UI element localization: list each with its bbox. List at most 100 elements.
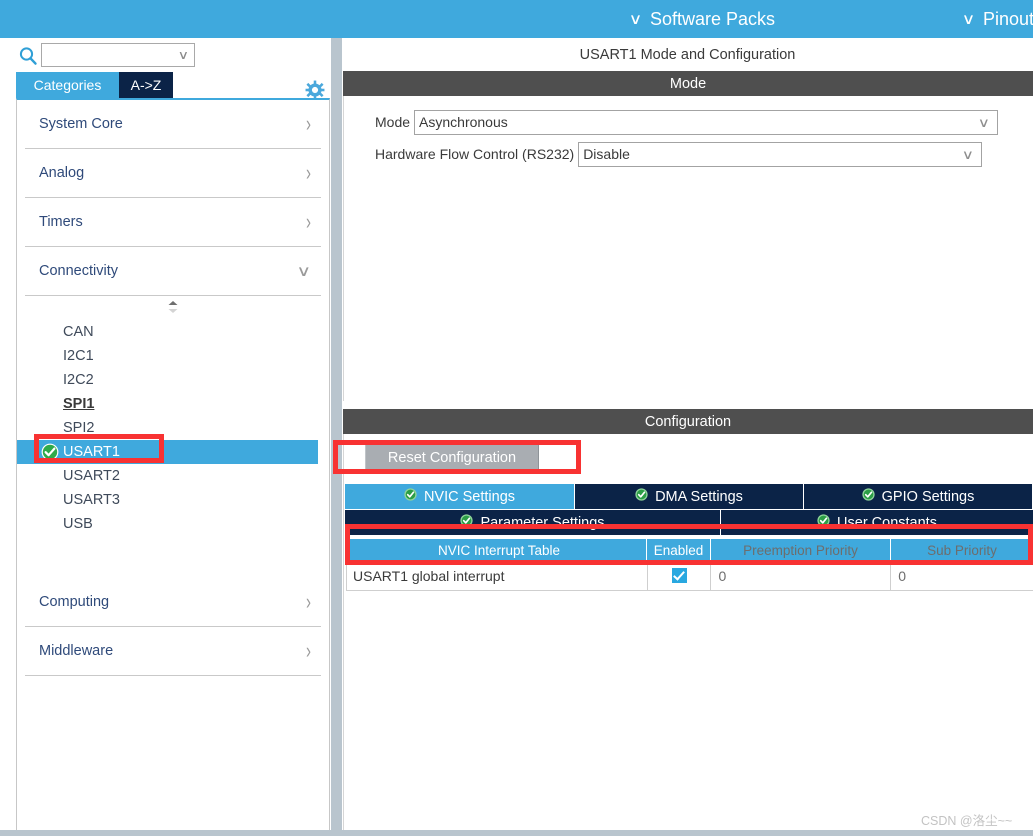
menu-pinout[interactable]: ∨ Pinout bbox=[961, 0, 1033, 38]
search-icon[interactable] bbox=[18, 46, 38, 66]
tab-label: GPIO Settings bbox=[881, 488, 975, 505]
hardware-flow-control-value: Disable bbox=[583, 146, 630, 162]
page-title: USART1 Mode and Configuration bbox=[342, 38, 1033, 71]
tab-categories[interactable]: Categories bbox=[16, 72, 119, 98]
interrupt-name: USART1 global interrupt bbox=[353, 567, 505, 584]
green-check-icon bbox=[460, 514, 474, 531]
table-row[interactable]: USART1 global interrupt 0 0 bbox=[346, 561, 1033, 591]
sidebar-panel: System Core › Analog › Timers › Connecti… bbox=[16, 98, 330, 836]
sidebar-item-timers[interactable]: Timers › bbox=[25, 198, 321, 247]
scroll-up-down-icon[interactable] bbox=[168, 300, 179, 313]
green-check-icon bbox=[635, 488, 648, 505]
menu-software-packs[interactable]: ∨ Software Packs bbox=[628, 0, 776, 38]
search-combo[interactable]: ∨ bbox=[41, 43, 195, 67]
tab-label: Parameter Settings bbox=[480, 514, 605, 531]
configuration-tabs: NVIC Settings DMA Settings GPIO Settings… bbox=[345, 484, 1033, 535]
peripheral-list: CAN I2C1 I2C2 SPI1 SPI2 USART1 USART2 US… bbox=[17, 318, 329, 536]
sidebar-tabs: Categories A->Z bbox=[16, 72, 173, 98]
sidebar-item-middleware[interactable]: Middleware › bbox=[25, 627, 321, 676]
peripheral-list-wrapper: CAN I2C1 I2C2 SPI1 SPI2 USART1 USART2 US… bbox=[17, 296, 329, 536]
tab-nvic-settings[interactable]: NVIC Settings bbox=[345, 484, 574, 509]
sidebar-item-label: System Core bbox=[39, 116, 123, 132]
main-pane: USART1 Mode and Configuration Mode Mode … bbox=[342, 38, 1033, 836]
reset-configuration-button[interactable]: Reset Configuration bbox=[365, 443, 539, 473]
green-check-icon bbox=[817, 514, 830, 531]
peripheral-label: I2C1 bbox=[63, 348, 94, 364]
tab-parameter-settings[interactable]: Parameter Settings bbox=[345, 510, 720, 535]
chevron-right-icon: › bbox=[306, 638, 311, 664]
peripheral-item-can[interactable]: CAN bbox=[17, 320, 329, 344]
tab-label: NVIC Settings bbox=[423, 488, 516, 505]
column-header-sub-priority[interactable]: Sub Priority bbox=[890, 539, 1033, 561]
pane-divider[interactable] bbox=[331, 38, 342, 836]
column-header-interrupt-table[interactable]: NVIC Interrupt Table bbox=[346, 539, 646, 561]
search-input[interactable] bbox=[45, 46, 177, 66]
peripheral-item-spi1[interactable]: SPI1 bbox=[17, 392, 329, 416]
mode-section-body: Mode Asynchronous ∨ Hardware Flow Contro… bbox=[343, 96, 1033, 401]
sidebar-item-label: Computing bbox=[39, 594, 110, 610]
mode-label: Mode bbox=[375, 114, 411, 130]
peripheral-item-usart3[interactable]: USART3 bbox=[17, 488, 329, 512]
peripheral-item-i2c2[interactable]: I2C2 bbox=[17, 368, 329, 392]
chevron-down-icon: ∨ bbox=[961, 146, 974, 162]
hardware-flow-control-field-row: Hardware Flow Control (RS232) Disable ∨ bbox=[375, 141, 983, 167]
peripheral-item-usart2[interactable]: USART2 bbox=[17, 464, 329, 488]
configuration-section-body: Reset Configuration NVIC Settings DMA Se… bbox=[343, 434, 1033, 836]
sidebar-item-analog[interactable]: Analog › bbox=[25, 149, 321, 198]
peripheral-label: USART2 bbox=[63, 468, 120, 484]
menu-software-packs-label: Software Packs bbox=[649, 8, 776, 29]
mode-select[interactable]: Asynchronous ∨ bbox=[414, 109, 999, 135]
chevron-down-icon: ∨ bbox=[977, 114, 990, 130]
chevron-right-icon: › bbox=[306, 111, 311, 137]
sidebar-item-system-core[interactable]: System Core › bbox=[25, 100, 321, 149]
peripheral-label: I2C2 bbox=[63, 372, 94, 388]
peripheral-item-usb[interactable]: USB bbox=[17, 512, 329, 536]
app-window: ∨ Software Packs ∨ Pinout ∨ Categories A… bbox=[0, 0, 1033, 836]
peripheral-item-usart1[interactable]: USART1 bbox=[17, 440, 318, 464]
hardware-flow-control-label: Hardware Flow Control (RS232) bbox=[375, 146, 575, 162]
mode-value: Asynchronous bbox=[419, 114, 508, 130]
preemption-priority-cell[interactable]: 0 bbox=[710, 561, 890, 590]
configuration-tabs-row-1: NVIC Settings DMA Settings GPIO Settings bbox=[345, 484, 1033, 509]
chevron-down-icon[interactable]: ∨ bbox=[178, 48, 189, 62]
tab-label: User Constants bbox=[837, 514, 937, 531]
sidebar: ∨ Categories A->Z System Core › Analog ›… bbox=[0, 38, 330, 836]
column-header-preemption-priority[interactable]: Preemption Priority bbox=[710, 539, 890, 561]
top-menu-bar: ∨ Software Packs ∨ Pinout bbox=[0, 0, 1033, 38]
sidebar-item-connectivity[interactable]: Connectivity ∨ bbox=[25, 247, 321, 296]
tab-dma-settings[interactable]: DMA Settings bbox=[574, 484, 803, 509]
chevron-right-icon: › bbox=[306, 160, 311, 186]
chevron-down-icon: ∨ bbox=[296, 263, 312, 280]
configuration-tabs-row-2: Parameter Settings User Constants bbox=[345, 510, 1033, 535]
mode-field-row: Mode Asynchronous ∨ bbox=[375, 109, 999, 135]
peripheral-item-spi2[interactable]: SPI2 bbox=[17, 416, 329, 440]
gear-icon[interactable] bbox=[305, 80, 325, 100]
sub-priority-cell[interactable]: 0 bbox=[890, 561, 1033, 590]
sidebar-item-label: Connectivity bbox=[39, 263, 118, 279]
tab-a-to-z[interactable]: A->Z bbox=[119, 72, 173, 98]
search-row: ∨ bbox=[0, 38, 330, 72]
sidebar-item-label: Analog bbox=[39, 165, 85, 181]
green-check-icon bbox=[404, 488, 417, 505]
mode-section-header: Mode bbox=[343, 71, 1033, 96]
chevron-right-icon: › bbox=[306, 589, 311, 615]
column-header-enabled[interactable]: Enabled bbox=[646, 539, 710, 561]
peripheral-label: SPI2 bbox=[63, 420, 95, 436]
peripheral-label: USART1 bbox=[63, 444, 120, 460]
list-scroll-spinner[interactable] bbox=[17, 296, 329, 318]
enabled-cell[interactable] bbox=[646, 561, 711, 590]
chevron-down-icon: ∨ bbox=[961, 10, 976, 28]
chevron-right-icon: › bbox=[306, 209, 311, 235]
sidebar-item-label: Middleware bbox=[39, 643, 114, 659]
tab-user-constants[interactable]: User Constants bbox=[720, 510, 1033, 535]
nvic-table-header: NVIC Interrupt Table Enabled Preemption … bbox=[346, 539, 1033, 561]
hardware-flow-control-select[interactable]: Disable ∨ bbox=[578, 141, 983, 167]
peripheral-item-i2c1[interactable]: I2C1 bbox=[17, 344, 329, 368]
tab-gpio-settings[interactable]: GPIO Settings bbox=[803, 484, 1032, 509]
tab-label: DMA Settings bbox=[655, 488, 743, 505]
bottom-edge bbox=[0, 830, 1033, 836]
peripheral-label: SPI1 bbox=[63, 396, 95, 412]
chevron-down-icon: ∨ bbox=[628, 10, 643, 28]
enabled-checkbox[interactable] bbox=[671, 568, 687, 583]
sidebar-item-computing[interactable]: Computing › bbox=[25, 578, 321, 627]
